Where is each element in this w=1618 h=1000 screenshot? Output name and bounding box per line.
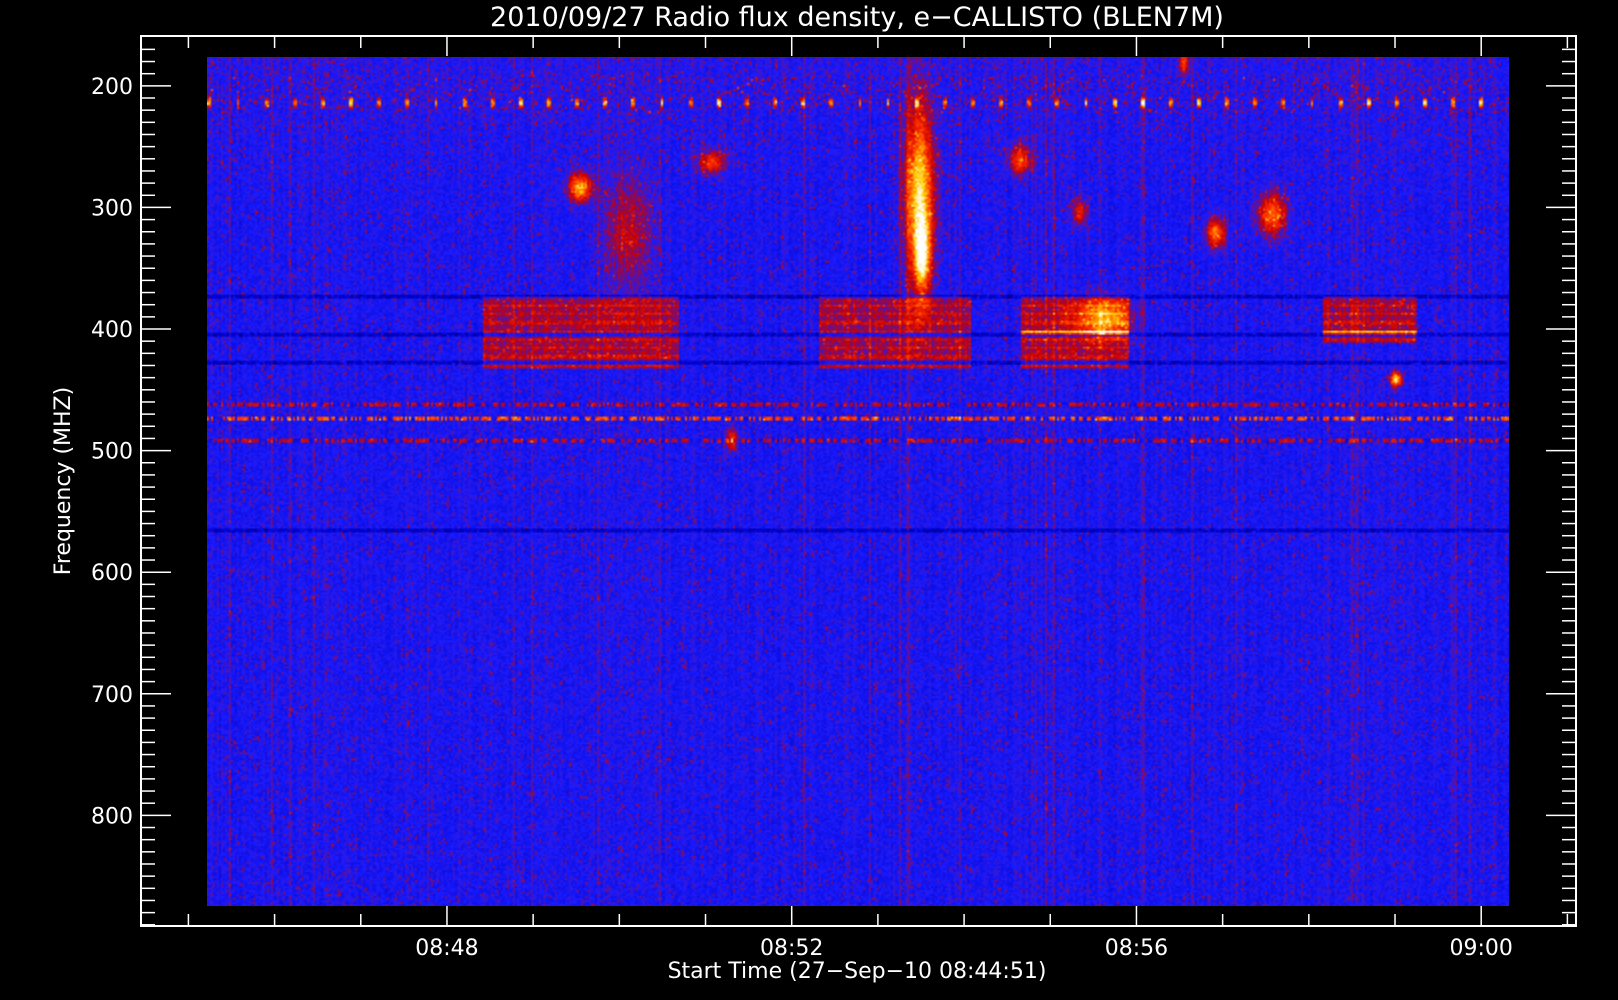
y-axis-label: Frequency (MHZ) — [51, 387, 76, 575]
x-tick-label: 09:00 — [1449, 936, 1512, 961]
y-tick-label: 500 — [91, 440, 133, 465]
y-tick-label: 800 — [91, 804, 133, 829]
chart-title: 2010/09/27 Radio flux density, e−CALLIST… — [490, 2, 1224, 33]
y-tick-label: 300 — [91, 196, 133, 221]
x-axis-label: Start Time (27−Sep−10 08:44:51) — [668, 959, 1047, 984]
x-tick-label: 08:48 — [415, 936, 478, 961]
x-tick-label: 08:56 — [1105, 936, 1168, 961]
spectrogram-figure: 2010/09/27 Radio flux density, e−CALLIST… — [0, 0, 1618, 1000]
x-tick-label: 08:52 — [760, 936, 823, 961]
y-tick-label: 600 — [91, 561, 133, 586]
y-tick-label: 200 — [91, 75, 133, 100]
y-tick-label: 400 — [91, 318, 133, 343]
y-tick-label: 700 — [91, 683, 133, 708]
heatmap-image — [207, 57, 1509, 906]
